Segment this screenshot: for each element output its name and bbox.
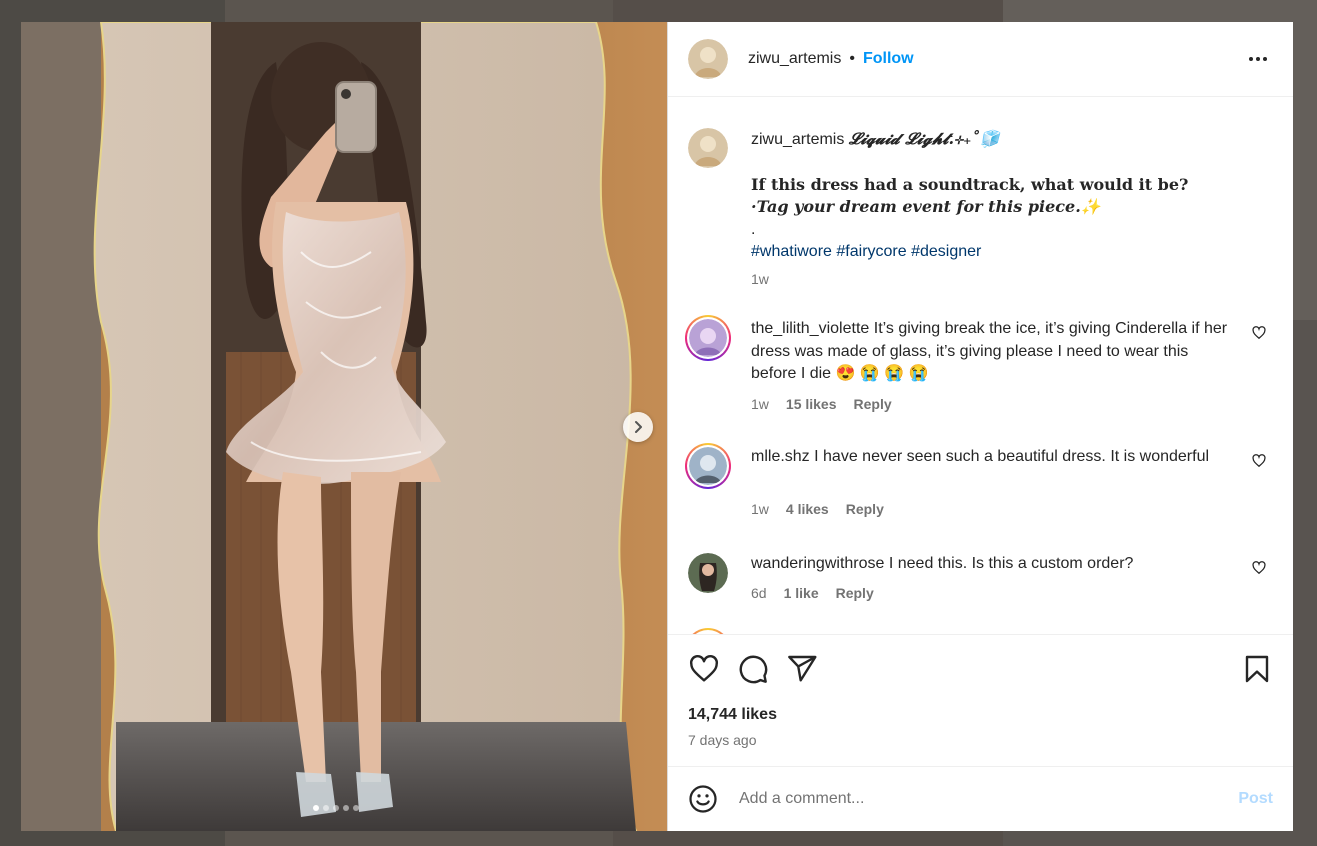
hashtag-link[interactable]: #fairycore: [836, 243, 906, 260]
commenter-avatar: [689, 447, 727, 485]
likes-count[interactable]: 14,744 likes: [688, 706, 777, 724]
follow-button[interactable]: Follow: [863, 50, 914, 68]
post-media: [21, 22, 667, 831]
send-icon: [788, 655, 817, 682]
bookmark-icon: [1245, 655, 1269, 683]
heart-icon: [690, 655, 718, 682]
comments-list: ziwu_artemis 𝓛𝓲𝓺𝓾𝓲𝓭 𝓛𝓲𝓰𝓱𝓽.⊹₊˚🧊 If this d…: [668, 98, 1293, 634]
save-button[interactable]: [1241, 653, 1273, 685]
comment-likes[interactable]: 15 likes: [786, 396, 837, 412]
comment-time: 1w: [751, 396, 769, 412]
caption-line-1: If this dress had a soundtrack, what wou…: [751, 174, 1189, 194]
comment-likes[interactable]: 1 like: [784, 585, 819, 601]
comment-like-button[interactable]: [1252, 326, 1266, 340]
caption-line-2: ·Tag your dream event for this piece.✨: [751, 197, 1101, 216]
comment-username[interactable]: the_lilith_violette: [751, 320, 869, 337]
comment-icon: [739, 655, 768, 684]
comment-composer: Post: [668, 766, 1293, 831]
comment-likes[interactable]: 4 likes: [786, 501, 829, 517]
post-comment-button[interactable]: Post: [1238, 790, 1273, 808]
caption-title: 𝓛𝓲𝓺𝓾𝓲𝓭 𝓛𝓲𝓰𝓱𝓽.⊹₊˚🧊: [848, 129, 1000, 148]
story-ring[interactable]: [685, 443, 731, 489]
comment-body: I have never seen such a beautiful dress…: [814, 448, 1210, 465]
carousel-dot: [353, 805, 359, 811]
post-actions: 14,744 likes 7 days ago: [668, 634, 1293, 767]
reply-button[interactable]: Reply: [854, 396, 892, 412]
next-image-button[interactable]: [623, 412, 653, 442]
commenter-avatar[interactable]: [688, 553, 728, 593]
comment-time: 1w: [751, 501, 769, 517]
author-avatar[interactable]: [688, 39, 728, 79]
commenter-avatar: [689, 319, 727, 357]
heart-icon: [1252, 561, 1266, 575]
caption-time: 1w: [751, 271, 769, 287]
share-button[interactable]: [786, 653, 818, 685]
carousel-dots: [313, 805, 359, 811]
comment-meta: 6d 1 like Reply: [751, 585, 874, 601]
author-avatar[interactable]: [688, 128, 728, 168]
comment-like-button[interactable]: [1252, 454, 1266, 468]
more-options-icon: [1249, 57, 1253, 61]
caption-hashtags: #whatiwore #fairycore #designer: [751, 241, 1233, 264]
comment-input[interactable]: [737, 789, 1239, 809]
caption-meta: 1w: [751, 271, 769, 287]
reply-button[interactable]: Reply: [846, 501, 884, 517]
caption-dot: .: [751, 220, 756, 238]
caption-username[interactable]: ziwu_artemis: [751, 131, 844, 148]
carousel-dot: [323, 805, 329, 811]
chevron-right-icon: [635, 421, 642, 433]
caption-text: ziwu_artemis 𝓛𝓲𝓺𝓾𝓲𝓭 𝓛𝓲𝓰𝓱𝓽.⊹₊˚🧊 If this d…: [751, 128, 1233, 264]
emoji-button[interactable]: [688, 784, 718, 814]
emoji-icon: [689, 785, 717, 813]
heart-icon: [1252, 326, 1266, 340]
post-sidebar: ziwu_artemis • Follow ziwu_artemis 𝓛𝓲𝓺𝓾𝓲…: [667, 22, 1293, 831]
comment-text: mlle.shz I have never seen such a beauti…: [751, 446, 1233, 469]
carousel-dot: [343, 805, 349, 811]
reply-button[interactable]: Reply: [836, 585, 874, 601]
heart-icon: [1252, 454, 1266, 468]
comment-meta: 1w 15 likes Reply: [751, 396, 892, 412]
post-photo: [21, 22, 667, 831]
more-options-button[interactable]: [1243, 51, 1273, 67]
hashtag-link[interactable]: #designer: [911, 243, 981, 260]
comment-like-button[interactable]: [1252, 561, 1266, 575]
carousel-dot: [333, 805, 339, 811]
post-modal: ziwu_artemis • Follow ziwu_artemis 𝓛𝓲𝓺𝓾𝓲…: [21, 22, 1293, 831]
header-separator: •: [849, 50, 855, 67]
comment-time: 6d: [751, 585, 767, 601]
comment-body: I need this. Is this a custom order?: [888, 555, 1134, 572]
post-date: 7 days ago: [688, 732, 757, 748]
comment-text: wanderingwithrose I need this. Is this a…: [751, 553, 1233, 576]
comment-username[interactable]: mlle.shz: [751, 448, 810, 465]
like-button[interactable]: [688, 653, 720, 685]
post-header: ziwu_artemis • Follow: [668, 22, 1293, 97]
story-ring[interactable]: [685, 315, 731, 361]
comment-username[interactable]: wanderingwithrose: [751, 555, 884, 572]
author-username[interactable]: ziwu_artemis: [748, 50, 841, 68]
comment-meta: 1w 4 likes Reply: [751, 501, 884, 517]
comment-text: the_lilith_violette It’s giving break th…: [751, 318, 1233, 386]
comment-button[interactable]: [737, 653, 769, 685]
hashtag-link[interactable]: #whatiwore: [751, 243, 832, 260]
carousel-dot: [313, 805, 319, 811]
